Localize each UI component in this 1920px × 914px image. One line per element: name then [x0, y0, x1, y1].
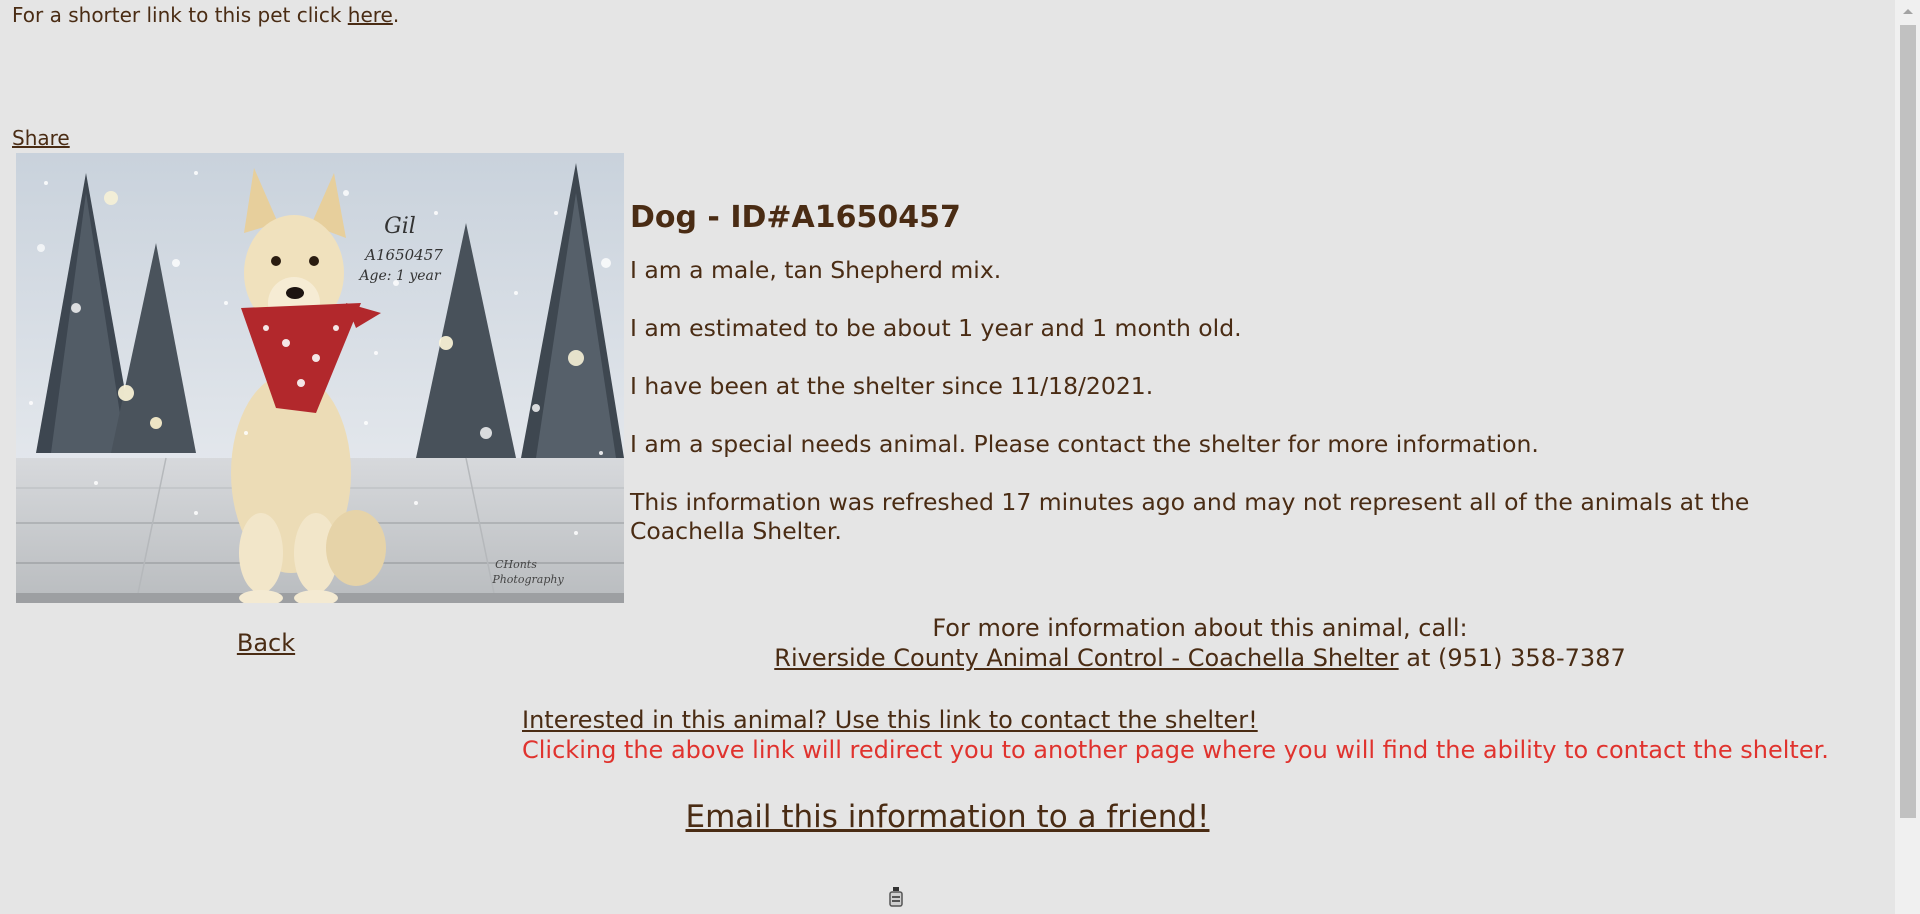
scroll-up-arrow-icon[interactable] — [1895, 0, 1920, 22]
contact-line: Riverside County Animal Control - Coache… — [630, 643, 1770, 673]
pet-detail-page: For a shorter link to this pet click her… — [0, 0, 1920, 914]
pet-photo: Gil A1650457 Age: 1 year CHonts Photogra… — [16, 153, 624, 603]
special-needs-note: I am a special needs animal. Please cont… — [630, 430, 1539, 458]
short-link-here[interactable]: here — [348, 3, 393, 27]
redirect-warning: Clicking the above link will redirect yo… — [522, 736, 1829, 764]
short-link-period: . — [392, 3, 400, 27]
email-block: Email this information to a friend! — [0, 798, 1895, 836]
animal-title: Dog - ID#A1650457 — [630, 200, 961, 235]
interest-block: Interested in this animal? Use this link… — [522, 705, 1829, 765]
shelter-phone: at (951) 358-7387 — [1398, 644, 1626, 672]
shelter-link[interactable]: Riverside County Animal Control - Coache… — [774, 644, 1398, 672]
contact-shelter-link[interactable]: Interested in this animal? Use this link… — [522, 706, 1258, 734]
photo-credit-line2: Photography — [491, 573, 564, 586]
animal-intake-date: I have been at the shelter since 11/18/2… — [630, 372, 1154, 400]
back-link[interactable]: Back — [0, 628, 532, 658]
short-link-text: For a shorter link to this pet click — [12, 3, 348, 27]
contact-block: For more information about this animal, … — [630, 613, 1770, 673]
photo-name-text: Gil — [384, 214, 416, 239]
loading-spinner-icon — [887, 887, 905, 914]
photo-credit-line1: CHonts — [495, 558, 537, 571]
photo-age-text: Age: 1 year — [357, 268, 441, 284]
email-friend-link[interactable]: Email this information to a friend! — [686, 799, 1210, 835]
short-link-line: For a shorter link to this pet click her… — [12, 3, 399, 27]
animal-age: I am estimated to be about 1 year and 1 … — [630, 314, 1242, 342]
animal-description: I am a male, tan Shepherd mix. — [630, 256, 1002, 284]
contact-intro: For more information about this animal, … — [932, 614, 1468, 642]
vertical-scrollbar[interactable] — [1895, 0, 1920, 914]
share-link[interactable]: Share — [12, 126, 70, 150]
scrollbar-thumb[interactable] — [1900, 25, 1916, 818]
animal-info: Dog - ID#A1650457 I am a male, tan Sheph… — [630, 200, 1830, 575]
refresh-note: This information was refreshed 17 minute… — [630, 488, 1750, 545]
photo-id-text: A1650457 — [363, 246, 443, 264]
